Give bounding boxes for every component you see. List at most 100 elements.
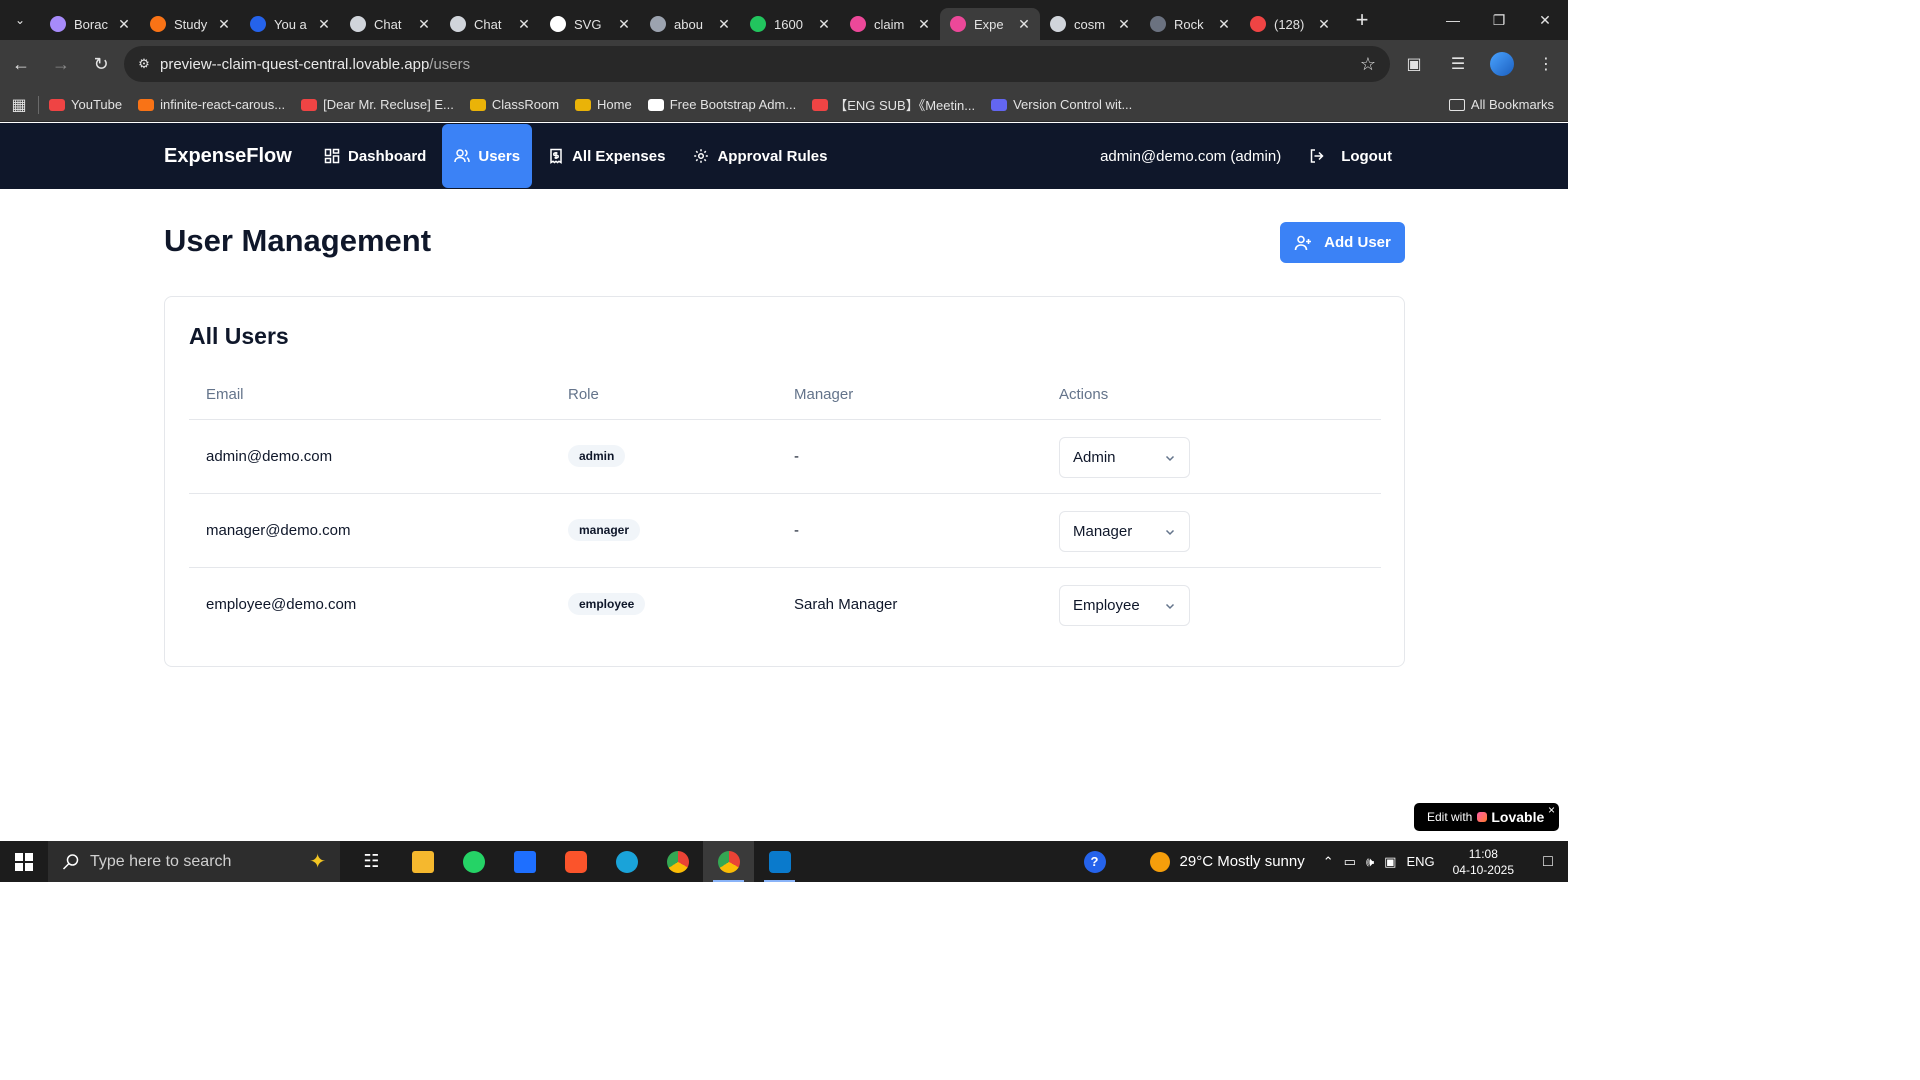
badge-close-icon[interactable]: × — [1548, 803, 1555, 817]
tab-close-icon[interactable]: ✕ — [716, 16, 732, 33]
nav-dashboard[interactable]: Dashboard — [312, 123, 438, 189]
extensions-puzzle-icon[interactable]: ▣ — [1392, 54, 1436, 74]
role-select[interactable]: Employee — [1059, 585, 1190, 626]
url-host: preview--claim-quest-central.lovable.app — [160, 55, 430, 73]
bookmark-item[interactable]: Version Control wit... — [991, 97, 1132, 112]
lovable-heart-icon — [1477, 812, 1488, 822]
clock[interactable]: 11:08 04-10-2025 — [1453, 846, 1514, 878]
browser-tab[interactable]: You a ✕ — [240, 8, 340, 40]
task-view-icon[interactable]: ☷ — [346, 841, 397, 882]
restore-icon[interactable]: ❐ — [1476, 0, 1522, 40]
nav-users[interactable]: Users — [442, 124, 533, 188]
tab-close-icon[interactable]: ✕ — [1116, 16, 1132, 33]
tab-close-icon[interactable]: ✕ — [416, 16, 432, 33]
browser-tab[interactable]: cosm ✕ — [1040, 8, 1140, 40]
bookmarks-divider — [38, 95, 39, 114]
browser-tab[interactable]: Rock ✕ — [1140, 8, 1240, 40]
back-arrow-icon[interactable]: ← — [2, 45, 40, 83]
column-header-email[interactable]: Email — [206, 386, 244, 403]
apps-grid-icon[interactable]: ▦ — [0, 95, 38, 115]
bookmark-item[interactable]: Home — [575, 97, 632, 112]
url-text[interactable]: preview--claim-quest-central.lovable.app… — [160, 56, 470, 73]
battery-icon[interactable]: ▭ — [1344, 854, 1356, 870]
url-path: /users — [429, 55, 471, 73]
browser-tab[interactable]: 1600 ✕ — [740, 8, 840, 40]
brave-icon[interactable] — [550, 841, 601, 882]
network-icon[interactable]: ▣ — [1384, 854, 1396, 870]
site-info-icon[interactable]: ⚙ — [128, 56, 160, 72]
browser-tab[interactable]: Chat ✕ — [440, 8, 540, 40]
column-header-role[interactable]: Role — [568, 386, 599, 403]
tab-close-icon[interactable]: ✕ — [816, 16, 832, 33]
bookmark-item[interactable]: ClassRoom — [469, 97, 559, 112]
system-tray: ? 29°C Mostly sunny ⌃ ▭ 🕪 ▣ ENG 11:08 04… — [1083, 841, 1568, 882]
browser-tab[interactable]: (128) ✕ — [1240, 8, 1340, 40]
tab-close-icon[interactable]: ✕ — [516, 16, 532, 33]
language-indicator[interactable]: ENG — [1406, 854, 1434, 869]
tab-close-icon[interactable]: ✕ — [1316, 16, 1332, 33]
weather-widget[interactable]: 29°C Mostly sunny — [1149, 851, 1305, 872]
taskbar-search[interactable]: Type here to search ✦ — [48, 841, 340, 882]
forward-arrow-icon[interactable]: → — [42, 45, 80, 83]
all-bookmarks-button[interactable]: All Bookmarks — [1448, 97, 1554, 112]
profile-avatar[interactable] — [1490, 52, 1514, 76]
address-bar[interactable]: ⚙ preview--claim-quest-central.lovable.a… — [124, 46, 1390, 82]
windows-logo-icon — [15, 852, 33, 871]
edit-with-lovable-badge[interactable]: Edit with Lovable × — [1414, 803, 1559, 831]
bookmark-favicon-icon — [49, 98, 65, 111]
file-explorer-icon[interactable] — [397, 841, 448, 882]
show-hidden-icons-chevron-icon[interactable]: ⌃ — [1323, 854, 1334, 870]
reload-icon[interactable]: ↻ — [82, 45, 120, 83]
browser-tab[interactable]: claim ✕ — [840, 8, 940, 40]
bookmark-item[interactable]: [Dear Mr. Recluse] E... — [301, 97, 454, 112]
role-select[interactable]: Admin — [1059, 437, 1190, 478]
edge-icon[interactable] — [601, 841, 652, 882]
browser-tab[interactable]: SVG ✕ — [540, 8, 640, 40]
folder-icon — [1448, 98, 1465, 111]
chrome-profile-icon[interactable] — [703, 841, 754, 882]
minimize-icon[interactable]: — — [1430, 0, 1476, 40]
media-controls-icon[interactable]: ☰ — [1436, 54, 1480, 74]
dropbox-icon[interactable] — [499, 841, 550, 882]
volume-icon[interactable]: 🕪 — [1366, 854, 1374, 870]
browser-toolbar: ← → ↻ ⚙ preview--claim-quest-central.lov… — [0, 40, 1568, 88]
column-header-actions[interactable]: Actions — [1059, 386, 1108, 403]
chrome-icon[interactable] — [652, 841, 703, 882]
tab-close-icon[interactable]: ✕ — [316, 16, 332, 33]
column-header-manager[interactable]: Manager — [794, 386, 853, 403]
browser-tab[interactable]: Borac ✕ — [40, 8, 140, 40]
bookmark-item[interactable]: YouTube — [49, 97, 122, 112]
browser-tab[interactable]: Chat ✕ — [340, 8, 440, 40]
tab-close-icon[interactable]: ✕ — [916, 16, 932, 33]
tab-search-chevron-icon[interactable]: ⌄ — [0, 0, 40, 40]
help-icon[interactable]: ? — [1083, 850, 1106, 873]
nav-all-expenses[interactable]: All Expenses — [536, 123, 677, 189]
tab-close-icon[interactable]: ✕ — [616, 16, 632, 33]
bookmark-favicon-icon — [575, 98, 592, 111]
browser-tab[interactable]: Study ✕ — [140, 8, 240, 40]
tab-close-icon[interactable]: ✕ — [1016, 16, 1032, 33]
new-tab-plus-icon[interactable]: + — [1344, 2, 1380, 38]
browser-menu-icon[interactable]: ⋮ — [1524, 54, 1568, 74]
tab-close-icon[interactable]: ✕ — [216, 16, 232, 33]
windows-start-icon[interactable] — [0, 841, 48, 882]
role-select[interactable]: Manager — [1059, 511, 1190, 552]
add-user-button[interactable]: Add User — [1280, 222, 1405, 263]
bookmark-star-icon[interactable]: ☆ — [1360, 54, 1376, 75]
browser-tab[interactable]: abou ✕ — [640, 8, 740, 40]
tab-close-icon[interactable]: ✕ — [116, 16, 132, 33]
bookmark-item[interactable]: Free Bootstrap Adm... — [647, 97, 796, 112]
tab-close-icon[interactable]: ✕ — [1216, 16, 1232, 33]
chevron-down-icon — [1165, 529, 1175, 535]
logout-button[interactable]: Logout — [1309, 148, 1392, 165]
whatsapp-icon[interactable] — [448, 841, 499, 882]
browser-tab[interactable]: Expe ✕ — [940, 8, 1040, 40]
close-window-icon[interactable]: ✕ — [1522, 0, 1568, 40]
bookmark-item[interactable]: 【ENG SUB】《Meetin... — [812, 95, 975, 114]
nav-approval-rules[interactable]: Approval Rules — [681, 123, 839, 189]
copilot-sparkle-icon[interactable]: ✦ — [309, 849, 326, 874]
vscode-icon[interactable] — [754, 841, 805, 882]
notifications-icon[interactable]: □ — [1528, 853, 1568, 871]
bookmark-item[interactable]: infinite-react-carous... — [138, 97, 285, 112]
brand-logo[interactable]: ExpenseFlow — [164, 123, 292, 189]
